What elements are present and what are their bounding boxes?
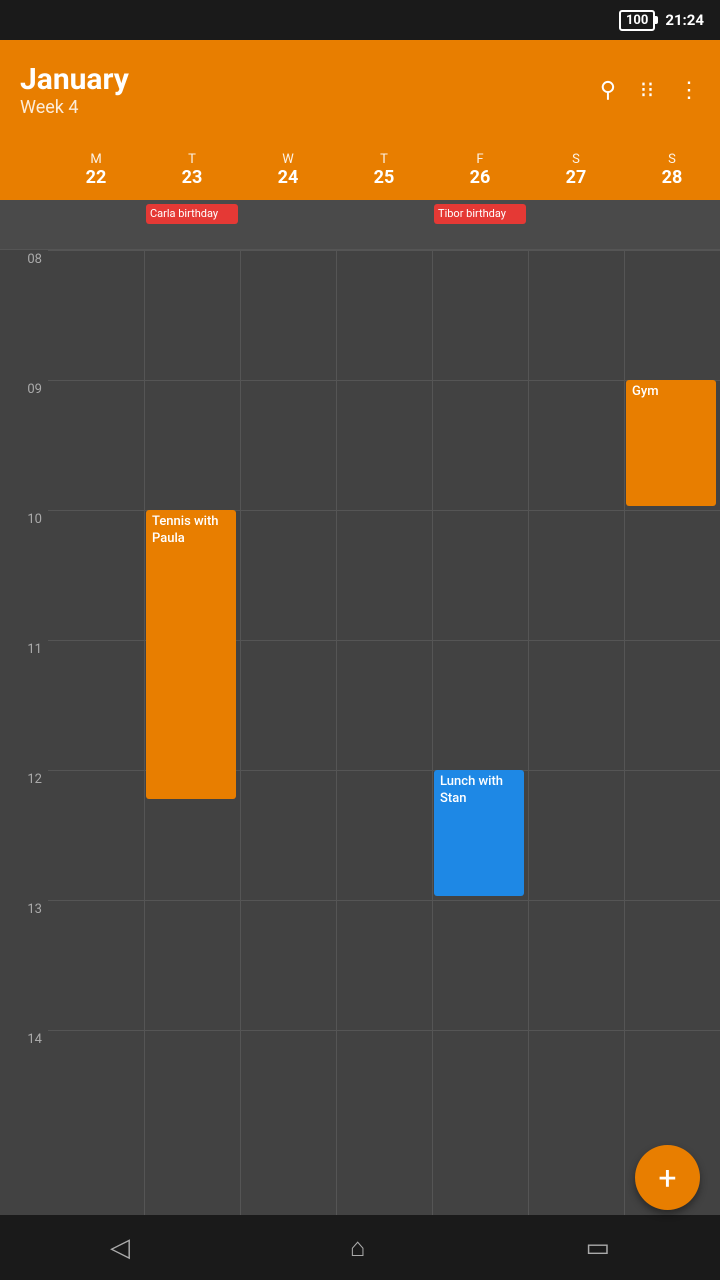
day-letter-sat: S [572,152,580,167]
grid-icon[interactable]: ⁝⁝ [640,78,654,103]
event-lunch-with-stan[interactable]: Lunch with Stan [434,770,524,896]
day-col-wed: W 24 [240,140,336,200]
day-divider-4 [432,250,433,1280]
day-col-thu: T 25 [336,140,432,200]
day-divider-1 [144,250,145,1280]
hour-label-11: 11 [0,640,48,657]
day-divider-5 [528,250,529,1280]
day-number-thu: 25 [374,167,395,188]
week-subtitle: Week 4 [20,97,600,118]
day-letter-mon: M [90,152,101,167]
day-letter-sun: S [668,152,676,167]
calendar-body: 08 09 10 11 12 13 14 Gym Tennis with Paul… [0,250,720,1280]
header-icons: ⚲ ⁝⁝ ⋮ [600,78,700,103]
day-number-sun: 28 [662,167,683,188]
hour-row-08: 08 [0,250,720,380]
hour-line-13 [48,900,720,1030]
hour-label-09: 09 [0,380,48,397]
day-divider-6 [624,250,625,1280]
home-button[interactable]: ⌂ [350,1232,366,1263]
day-col-tue: T 23 [144,140,240,200]
allday-cell-fri[interactable]: Tibor birthday [432,200,528,249]
day-col-sat: S 27 [528,140,624,200]
nav-bar: ◁ ⌂ ▭ [0,1215,720,1280]
hour-line-09 [48,380,720,510]
hour-row-09: 09 [0,380,720,510]
day-letter-tue: T [188,152,196,167]
day-number-fri: 26 [470,167,491,188]
hour-row-14: 14 [0,1030,720,1160]
title-area: January Week 4 [20,62,600,118]
day-number-mon: 22 [86,167,107,188]
day-letter-fri: F [476,152,483,167]
allday-cell-tue[interactable]: Carla birthday [144,200,240,249]
day-number-wed: 24 [278,167,299,188]
day-col-sun: S 28 [624,140,720,200]
battery-indicator: 100 [619,10,655,31]
hour-line-08 [48,250,720,380]
day-divider-3 [336,250,337,1280]
hour-row-13: 13 [0,900,720,1030]
add-event-button[interactable]: + [635,1145,700,1210]
day-number-sat: 27 [566,167,587,188]
recents-button[interactable]: ▭ [585,1233,610,1263]
allday-cell-sun [624,200,720,249]
hour-row-11: 11 [0,640,720,770]
day-col-mon: M 22 [48,140,144,200]
add-icon: + [658,1162,676,1194]
day-number-tue: 23 [182,167,203,188]
header: January Week 4 ⚲ ⁝⁝ ⋮ [0,40,720,140]
more-icon[interactable]: ⋮ [678,78,700,103]
event-tennis-with-paula[interactable]: Tennis with Paula [146,510,236,799]
hour-row-12: 12 [0,770,720,900]
allday-cell-sat [528,200,624,249]
back-button[interactable]: ◁ [110,1233,130,1263]
carla-birthday-badge[interactable]: Carla birthday [146,204,238,224]
status-bar: 100 21:24 [0,0,720,40]
allday-row: Carla birthday Tibor birthday [0,200,720,250]
allday-gutter [0,200,48,249]
day-divider-2 [240,250,241,1280]
day-letter-thu: T [380,152,388,167]
month-title: January [20,62,600,97]
time-gutter-header [0,140,48,200]
allday-cell-thu [336,200,432,249]
hour-label-12: 12 [0,770,48,787]
hour-label-08: 08 [0,250,48,267]
search-icon[interactable]: ⚲ [600,78,616,103]
hour-line-14 [48,1030,720,1160]
hour-label-14: 14 [0,1030,48,1047]
event-gym[interactable]: Gym [626,380,716,506]
allday-cell-wed [240,200,336,249]
tibor-birthday-badge[interactable]: Tibor birthday [434,204,526,224]
hour-label-10: 10 [0,510,48,527]
allday-cell-mon [48,200,144,249]
clock: 21:24 [665,11,704,29]
hour-label-13: 13 [0,900,48,917]
hour-row-10: 10 [0,510,720,640]
day-letter-wed: W [282,152,294,167]
day-col-fri: F 26 [432,140,528,200]
day-headers: M 22 T 23 W 24 T 25 F 26 S 27 S 28 [0,140,720,200]
